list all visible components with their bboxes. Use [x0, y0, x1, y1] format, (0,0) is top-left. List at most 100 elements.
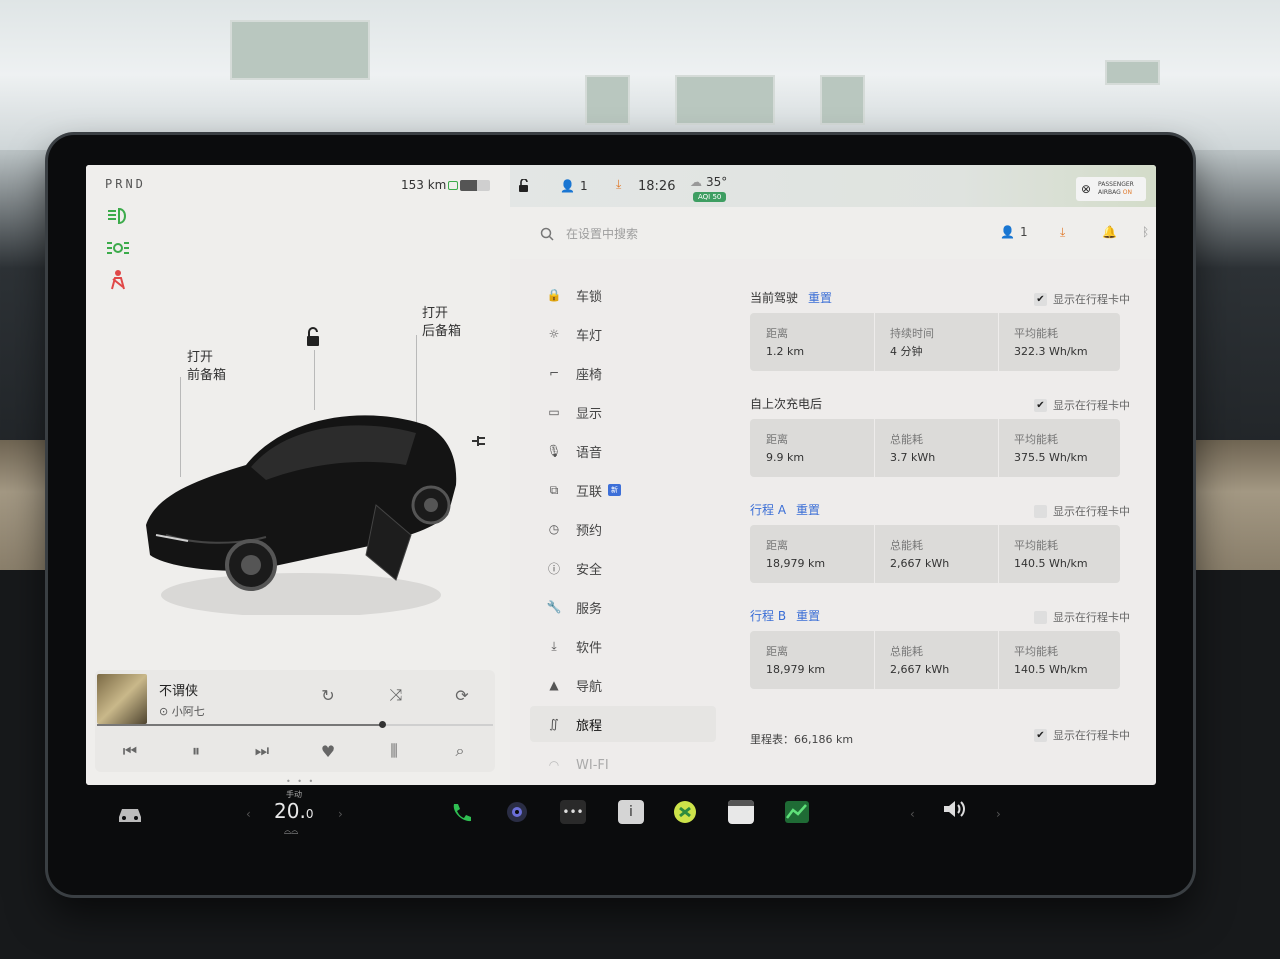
nav-item-seats[interactable]: ⌐ 座椅 [530, 355, 716, 391]
checkbox-unchecked[interactable] [1034, 504, 1047, 518]
bell-icon[interactable]: 🔔 [1102, 225, 1117, 239]
duration-cell: 持续时间 4 分钟 [890, 325, 934, 361]
media-search-icon[interactable]: ⌕ [449, 740, 471, 762]
profile-icon[interactable]: 👤 [1000, 225, 1015, 239]
trip-b-show-toggle[interactable]: 显示在行程卡中 [1034, 609, 1130, 625]
nav-item-connectivity[interactable]: ⧉ 互联新 [530, 472, 716, 508]
trunk-open-button[interactable]: 打开 后备箱 [422, 305, 461, 341]
nav-item-navigation[interactable]: ▲ 导航 [530, 667, 716, 703]
checkbox-checked[interactable]: ✔ [1034, 398, 1047, 412]
nav-item-voice[interactable]: 🎙 语音 [530, 433, 716, 469]
current-drive-show-toggle[interactable]: ✔ 显示在行程卡中 [1034, 291, 1130, 307]
nav-item-service[interactable]: 🔧 服务 [530, 589, 716, 625]
toybox-icon[interactable] [672, 800, 698, 824]
current-drive-reset-button[interactable]: 重置 [808, 291, 832, 305]
trip-b-card: 距离 18,979 km 总能耗 2,667 kWh 平均能耗 140.5 Wh/km [750, 631, 1120, 689]
new-badge: 新 [608, 484, 622, 496]
album-art[interactable] [97, 674, 147, 724]
previous-track-icon[interactable]: ⏮ [119, 740, 141, 762]
progress-knob[interactable] [379, 721, 387, 728]
car-icon[interactable] [116, 803, 144, 825]
odometer-show-toggle[interactable]: ✔ 显示在行程卡中 [1034, 727, 1130, 743]
trip-a-reset-button[interactable]: 重置 [796, 503, 820, 517]
phone-icon[interactable] [448, 800, 474, 824]
equalizer-icon[interactable]: ⫼ [383, 740, 405, 762]
frunk-open-button[interactable]: 打开 前备箱 [187, 349, 226, 385]
divider [874, 631, 875, 689]
playback-progress[interactable] [97, 721, 493, 728]
lock-open-icon[interactable] [516, 179, 530, 193]
mic-icon: 🎙 [546, 444, 562, 458]
manual-icon[interactable]: i [618, 800, 644, 824]
page-indicator: • • • [286, 777, 316, 785]
unlock-icon[interactable] [304, 327, 322, 347]
cabin-temperature[interactable]: 20.0 [274, 799, 313, 823]
display-icon: ▭ [548, 405, 560, 419]
cell-value: 140.5 Wh/km [1014, 557, 1088, 570]
nav-item-locks[interactable]: 🔒 车锁 [530, 277, 716, 313]
divider [998, 313, 999, 371]
nav-item-software[interactable]: ⤓ 软件 [530, 628, 716, 664]
volume-down-chevron-icon[interactable]: ‹ [910, 807, 915, 821]
stream-icon[interactable]: ↻ [317, 684, 339, 706]
divider [998, 419, 999, 477]
settings-search-input[interactable] [566, 223, 816, 245]
trips-icon: ∬ [549, 717, 559, 731]
since-charge-show-toggle[interactable]: ✔ 显示在行程卡中 [1034, 397, 1130, 413]
battery-indicator [448, 180, 496, 191]
download-icon[interactable]: ⤓ [1060, 225, 1065, 240]
nav-label: 安全 [576, 562, 603, 578]
volume-up-chevron-icon[interactable]: › [996, 807, 1001, 821]
nav-label: 座椅 [576, 367, 603, 383]
nav-item-lights[interactable]: ☼ 车灯 [530, 316, 716, 352]
section-title: 行程 B [750, 609, 787, 623]
search-icon[interactable] [540, 227, 554, 241]
temp-down-chevron-icon[interactable]: ‹ [246, 807, 251, 821]
nav-item-trips[interactable]: ∬ 旅程 [530, 706, 716, 742]
pause-icon[interactable]: ⏸ [185, 740, 207, 762]
cell-label: 总能耗 [890, 645, 923, 658]
total-energy-cell: 总能耗 2,667 kWh [890, 643, 949, 679]
next-track-icon[interactable]: ⏭ [251, 740, 273, 762]
profile-icon[interactable]: 👤 [560, 179, 575, 193]
checkbox-checked[interactable]: ✔ [1034, 292, 1047, 306]
charge-port-icon[interactable] [470, 433, 488, 449]
bluetooth-icon[interactable]: ᛒ [1142, 225, 1149, 239]
battery-fill [460, 180, 477, 191]
nav-item-wifi[interactable]: ◠ WI-FI [530, 747, 716, 783]
divider [874, 525, 875, 583]
distance-cell: 距离 18,979 km [766, 537, 825, 573]
nav-item-schedule[interactable]: ◷ 预约 [530, 511, 716, 547]
vehicle-render[interactable] [136, 395, 466, 615]
trip-a-show-toggle[interactable]: 显示在行程卡中 [1034, 503, 1130, 519]
temp-up-chevron-icon[interactable]: › [338, 807, 343, 821]
cell-label: 平均能耗 [1014, 539, 1058, 552]
temp-decimal: 0 [305, 807, 314, 821]
since-charge-card: 距离 9.9 km 总能耗 3.7 kWh 平均能耗 375.5 Wh/km [750, 419, 1120, 477]
passenger-airbag-indicator: ⊗ PASSENGER AIRBAG ON [1076, 177, 1146, 201]
cell-value: 2,667 kWh [890, 663, 950, 676]
nav-item-display[interactable]: ▭ 显示 [530, 394, 716, 430]
trip-b-reset-button[interactable]: 重置 [796, 609, 820, 623]
calendar-icon[interactable] [728, 800, 754, 824]
nav-label: 旅程 [576, 718, 603, 734]
cell-label: 持续时间 [890, 327, 934, 340]
more-icon[interactable]: ••• [560, 800, 586, 824]
favorite-icon[interactable]: ♥ [317, 740, 339, 762]
checkbox-checked[interactable]: ✔ [1034, 728, 1047, 742]
nav-item-safety[interactable]: ⓘ 安全 [530, 550, 716, 586]
show-label: 显示在行程卡中 [1053, 729, 1130, 742]
energy-icon[interactable] [784, 800, 810, 824]
camera-icon[interactable] [504, 800, 530, 824]
nav-label: 语音 [576, 445, 603, 461]
cell-value: 322.3 Wh/km [1014, 345, 1088, 358]
current-drive-card: 距离 1.2 km 持续时间 4 分钟 平均能耗 322.3 Wh/km [750, 313, 1120, 371]
shuffle-icon[interactable]: ⤨ [385, 684, 407, 706]
odometer: 里程表：66,186 km [750, 733, 854, 746]
checkbox-unchecked[interactable] [1034, 610, 1047, 624]
cell-label: 距离 [766, 539, 788, 552]
building-window [1105, 60, 1160, 85]
volume-icon[interactable] [941, 797, 967, 821]
repeat-icon[interactable]: ⟳ [451, 684, 473, 706]
update-download-icon[interactable]: ⤓ [616, 177, 621, 192]
